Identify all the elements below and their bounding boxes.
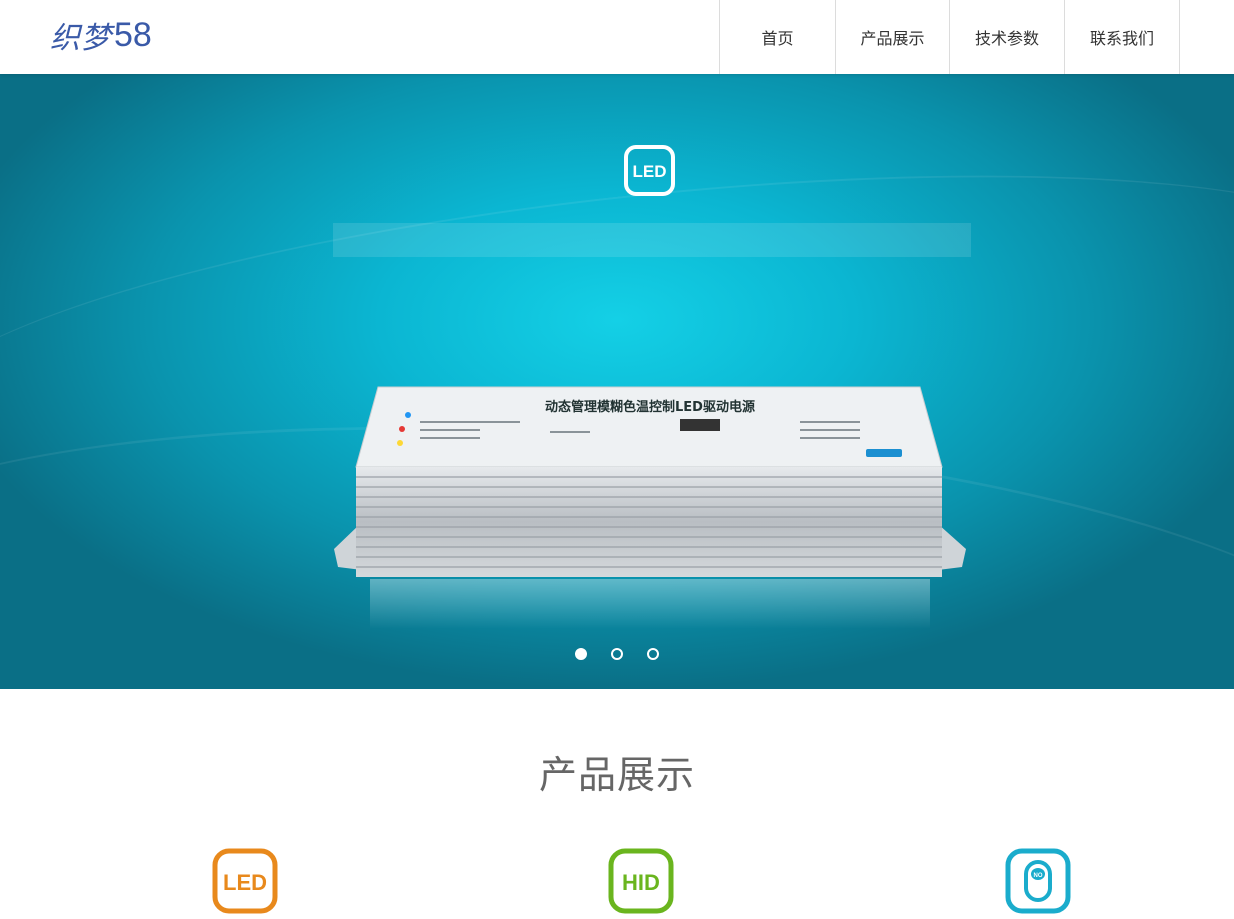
product-image: 动态管理模糊色温控制LED驱动电源 — [334, 386, 966, 629]
category-hid-label: HID — [622, 870, 660, 895]
main-nav: 首页 产品展示 技术参数 联系我们 — [719, 0, 1180, 74]
nav-item-products[interactable]: 产品展示 — [836, 0, 950, 74]
site-logo[interactable]: 织梦 58 — [50, 10, 152, 60]
hero-banner[interactable]: LED 动态管理模糊色温控制LED驱动电源 — [0, 74, 1234, 689]
logo-text: 织梦 — [50, 21, 112, 56]
category-switch-label: NO — [1034, 873, 1043, 879]
carousel-dot-1[interactable] — [575, 648, 587, 660]
section-title: 产品展示 — [538, 753, 695, 797]
switch-icon[interactable]: NO — [1005, 848, 1071, 914]
banner-caption-strip — [333, 223, 971, 257]
led-icon[interactable]: LED — [212, 848, 278, 914]
logo-number: 58 — [114, 15, 152, 54]
carousel-dot-2[interactable] — [611, 648, 623, 660]
led-icon: LED — [624, 145, 675, 196]
nav-item-contact[interactable]: 联系我们 — [1065, 0, 1180, 74]
carousel-dot-3[interactable] — [647, 648, 659, 660]
product-label-title: 动态管理模糊色温控制LED驱动电源 — [545, 399, 755, 415]
nav-item-specs[interactable]: 技术参数 — [950, 0, 1065, 74]
site-header: 织梦 58 首页 产品展示 技术参数 联系我们 — [0, 0, 1234, 74]
category-led-label: LED — [223, 870, 267, 895]
banner-icon-label: LED — [633, 162, 667, 181]
carousel-dots — [0, 648, 1234, 660]
hid-icon[interactable]: HID — [608, 848, 674, 914]
nav-item-home[interactable]: 首页 — [720, 0, 836, 74]
